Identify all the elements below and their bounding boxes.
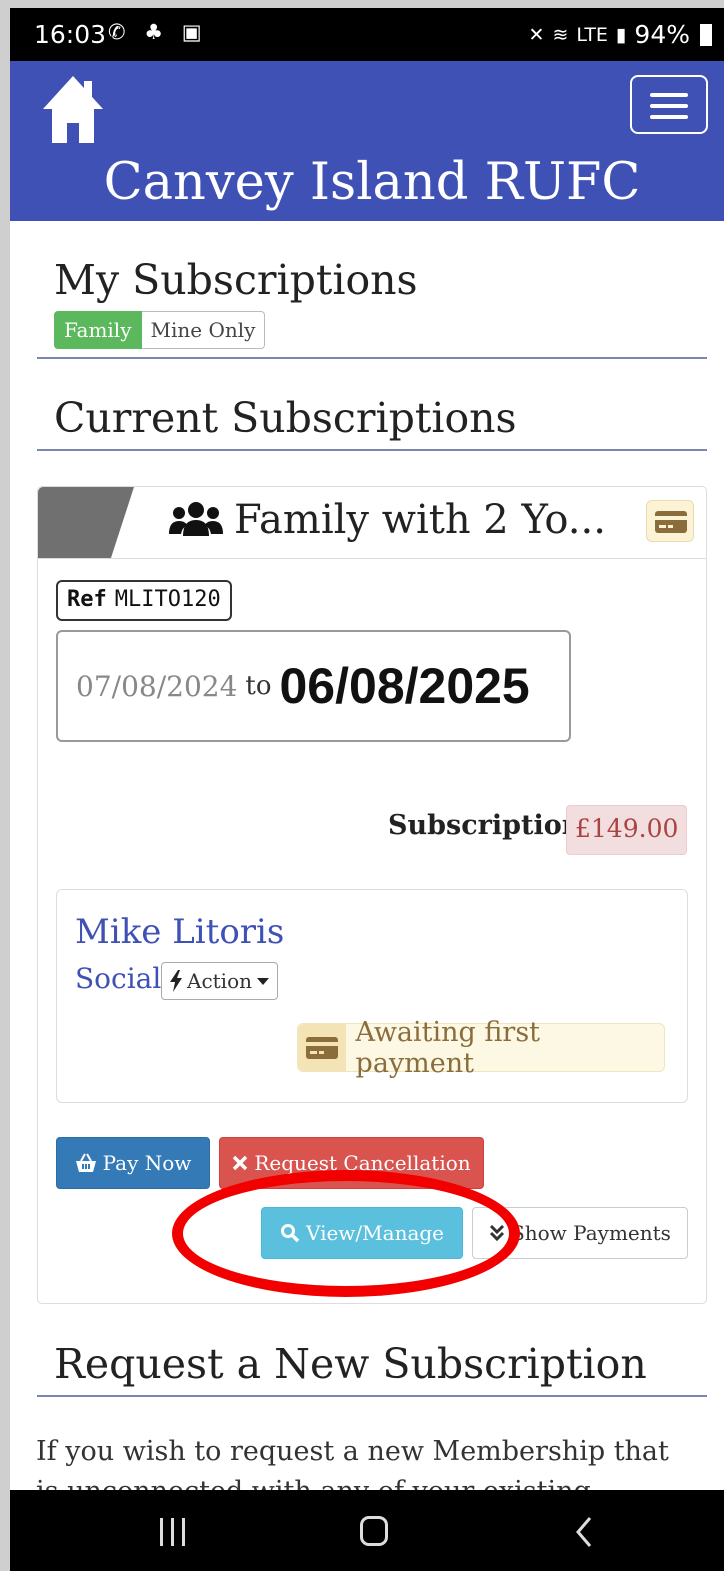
wifi-icon: ≋ <box>552 23 569 46</box>
status-card-icon-box <box>298 1024 346 1071</box>
hamburger-icon <box>650 104 688 108</box>
pay-now-button[interactable]: Pay Now <box>56 1137 210 1189</box>
show-payments-button[interactable]: Show Payments <box>472 1207 688 1259</box>
card-header: Family with 2 Yo... <box>38 487 706 559</box>
status-bar: 16:03 ✆ ♣ ▣ ✕ ≋ LTE ▮ 94% <box>10 8 724 61</box>
toggle-family[interactable]: Family <box>54 311 142 349</box>
signal-icon: ▮ <box>615 23 627 46</box>
divider <box>37 449 707 451</box>
battery-percent: 94% <box>634 20 690 49</box>
member-name[interactable]: Mike Litoris <box>75 912 284 952</box>
hamburger-icon <box>650 93 688 97</box>
double-chevron-down-icon <box>490 1224 505 1242</box>
date-range: 07/08/2024 to 06/08/2025 <box>56 630 571 742</box>
page-title: My Subscriptions <box>54 256 418 304</box>
status-right: ✕ ≋ LTE ▮ 94% <box>529 20 712 49</box>
family-mine-toggle: Family Mine Only <box>54 311 266 349</box>
subscription-price: £149.00 <box>566 805 688 855</box>
subscription-name: Family with 2 Yo... <box>234 497 606 543</box>
payment-status: Awaiting first payment <box>297 1017 665 1079</box>
subscription-card: Family with 2 Yo... Ref MLITO120 07/08/20… <box>37 486 707 1304</box>
menu-button[interactable] <box>630 75 708 134</box>
home-icon[interactable] <box>40 73 106 145</box>
request-cancellation-label: Request Cancellation <box>254 1151 471 1175</box>
current-subscriptions-title: Current Subscriptions <box>54 394 517 442</box>
view-manage-label: View/Manage <box>305 1221 445 1245</box>
mute-icon: ✕ <box>528 23 545 46</box>
close-icon <box>233 1155 248 1171</box>
caret-down-icon <box>257 978 269 985</box>
divider <box>37 1395 707 1397</box>
ref-value: MLITO120 <box>114 587 221 612</box>
basket-icon <box>75 1153 96 1172</box>
card-payment-button[interactable] <box>646 500 694 542</box>
date-from: 07/08/2024 <box>76 669 238 703</box>
subscription-title: Family with 2 Yo... <box>168 497 606 543</box>
view-manage-button[interactable]: View/Manage <box>261 1207 463 1259</box>
notification-icons: ✆ ♣ ▣ <box>108 20 208 44</box>
status-time: 16:03 <box>34 20 107 49</box>
status-flag <box>38 487 134 558</box>
action-label: Action <box>187 969 252 993</box>
date-to-word: to <box>245 671 272 701</box>
club-title: Canvey Island RUFC <box>103 153 641 212</box>
users-icon <box>169 502 223 536</box>
phone-screen: 16:03 ✆ ♣ ▣ ✕ ≋ LTE ▮ 94% Canvey Island … <box>10 8 724 1571</box>
reference-badge: Ref MLITO120 <box>56 580 232 621</box>
bolt-icon <box>170 970 182 992</box>
member-type: Social <box>75 962 162 995</box>
toggle-mine-only[interactable]: Mine Only <box>141 311 266 349</box>
show-payments-label: Show Payments <box>511 1221 671 1245</box>
recent-apps-icon[interactable] <box>158 1518 188 1546</box>
action-dropdown-button[interactable]: Action <box>161 962 278 1000</box>
divider <box>37 357 707 359</box>
member-panel: Mike Litoris Social Action Awaiting firs… <box>56 889 688 1103</box>
ref-label: Ref <box>67 587 107 612</box>
new-subscription-title: Request a New Subscription <box>54 1340 647 1388</box>
navbar: Canvey Island RUFC <box>10 61 724 221</box>
search-icon <box>280 1224 300 1243</box>
back-icon[interactable] <box>568 1516 600 1548</box>
pay-now-label: Pay Now <box>102 1151 192 1175</box>
lte-label: LTE <box>576 23 608 46</box>
home-nav-icon[interactable] <box>360 1516 388 1546</box>
credit-card-icon <box>305 1036 338 1059</box>
credit-card-icon <box>655 511 687 533</box>
payment-status-text: Awaiting first payment <box>355 1016 541 1079</box>
request-cancellation-button[interactable]: Request Cancellation <box>219 1137 484 1189</box>
battery-icon <box>700 23 712 46</box>
date-to: 06/08/2025 <box>279 658 530 714</box>
subscription-price-label: Subscription: <box>388 810 592 841</box>
hamburger-icon <box>650 115 688 119</box>
system-nav-bar <box>10 1490 724 1571</box>
